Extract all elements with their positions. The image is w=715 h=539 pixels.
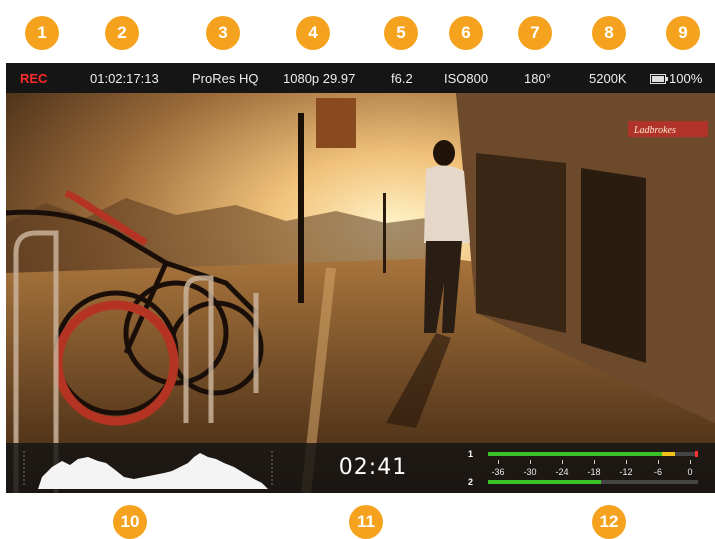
record-indicator: REC bbox=[20, 71, 48, 86]
format-display: 1080p 29.97 bbox=[283, 71, 356, 86]
iris-display: f6.2 bbox=[391, 71, 413, 86]
audio-channel-1-level bbox=[488, 452, 663, 456]
callout-marker: 6 bbox=[449, 16, 483, 50]
camera-monitor: Ladbrokes REC 01:02:17:13 ProRes HQ 1080… bbox=[6, 63, 715, 493]
audio-scale-tickmark bbox=[594, 460, 595, 464]
audio-channel-1-meter bbox=[488, 451, 698, 457]
callout-marker: 11 bbox=[349, 505, 383, 539]
audio-scale-tickmark bbox=[530, 460, 531, 464]
audio-scale-label: -6 bbox=[653, 467, 663, 477]
shutter-display: 180° bbox=[524, 71, 551, 86]
audio-scale-label: -24 bbox=[555, 467, 569, 477]
remaining-record-time: 02:41 bbox=[338, 455, 408, 480]
audio-scale-tickmark bbox=[498, 460, 499, 464]
audio-scale-tickmark bbox=[658, 460, 659, 464]
audio-scale-tickmark bbox=[690, 460, 691, 464]
callout-marker: 9 bbox=[666, 16, 700, 50]
audio-scale-tickmark bbox=[626, 460, 627, 464]
callout-marker: 5 bbox=[384, 16, 418, 50]
callout-marker: 4 bbox=[296, 16, 330, 50]
audio-channel-1-clip-indicator bbox=[695, 451, 698, 457]
audio-channel-2-meter bbox=[488, 480, 698, 484]
audio-channel-2-label: 2 bbox=[468, 477, 474, 487]
battery-status: 100% bbox=[650, 71, 702, 86]
status-bar: REC 01:02:17:13 ProRes HQ 1080p 29.97 f6… bbox=[6, 63, 715, 93]
audio-scale-tickmark bbox=[562, 460, 563, 464]
timecode-display: 01:02:17:13 bbox=[90, 71, 159, 86]
audio-scale-label: -36 bbox=[491, 467, 505, 477]
audio-scale-label: -30 bbox=[523, 467, 537, 477]
bottom-overlay: 02:41 1 -36 -30 -24 -18 -12 -6 0 2 bbox=[6, 443, 715, 493]
battery-percent: 100% bbox=[669, 71, 703, 86]
callout-marker: 10 bbox=[113, 505, 147, 539]
callout-marker: 2 bbox=[105, 16, 139, 50]
shop-sign-text: Ladbrokes bbox=[633, 125, 676, 136]
audio-scale-label: 0 bbox=[687, 467, 693, 477]
audio-meters: 1 -36 -30 -24 -18 -12 -6 0 2 bbox=[468, 447, 710, 489]
codec-display: ProRes HQ bbox=[192, 71, 259, 86]
iso-display: ISO800 bbox=[444, 71, 489, 86]
audio-channel-1-peak bbox=[662, 452, 675, 456]
histogram bbox=[23, 451, 273, 489]
audio-scale-label: -18 bbox=[587, 467, 601, 477]
callout-marker: 8 bbox=[592, 16, 626, 50]
callout-marker: 12 bbox=[592, 505, 626, 539]
camera-scene-image: Ladbrokes bbox=[6, 93, 715, 493]
callout-marker: 1 bbox=[25, 16, 59, 50]
callout-marker: 7 bbox=[518, 16, 552, 50]
white-balance-display: 5200K bbox=[589, 71, 627, 86]
audio-scale-label: -12 bbox=[619, 467, 633, 477]
battery-icon bbox=[650, 74, 668, 84]
audio-channel-1-label: 1 bbox=[468, 449, 474, 459]
audio-channel-2-level bbox=[488, 480, 602, 484]
callout-marker: 3 bbox=[206, 16, 240, 50]
